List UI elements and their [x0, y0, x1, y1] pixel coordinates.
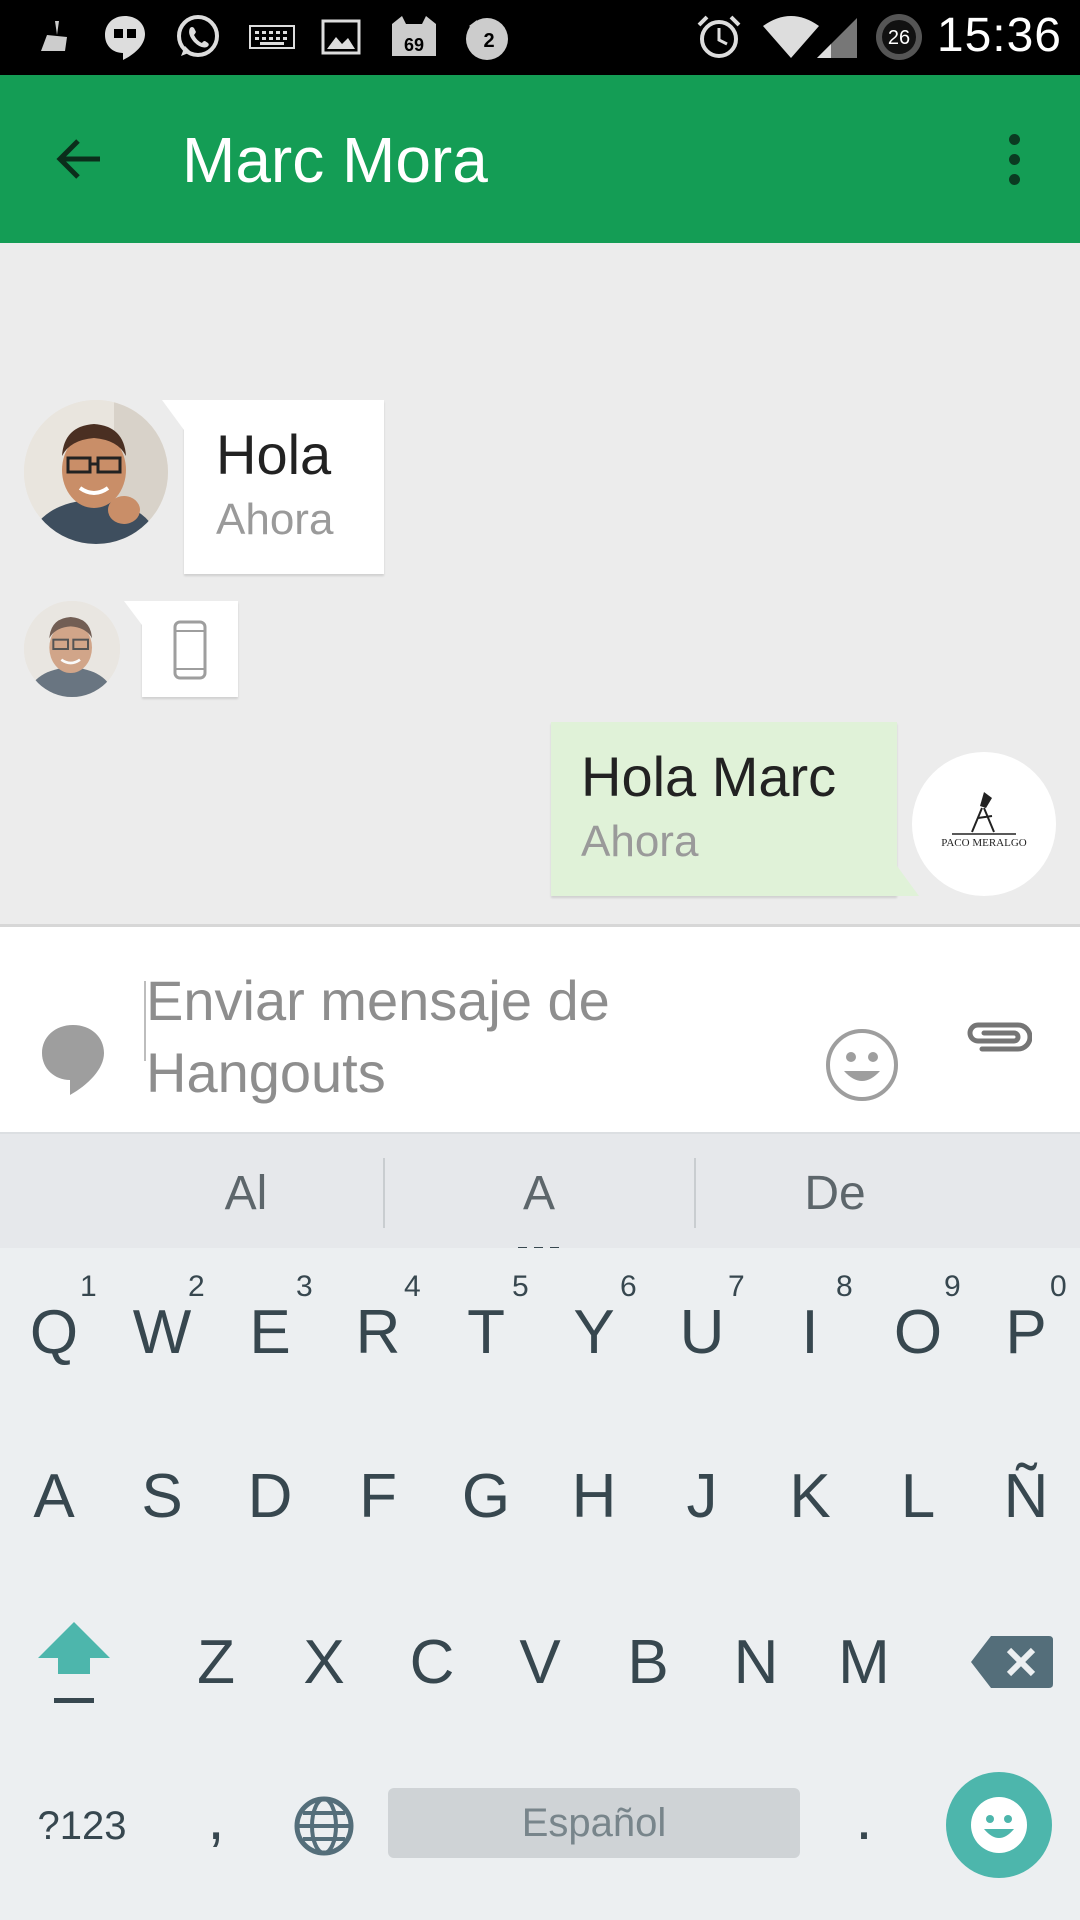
battery-level: 26 [888, 27, 910, 49]
key-d[interactable]: D [220, 1446, 320, 1546]
key-b[interactable]: B [598, 1612, 698, 1712]
conversation-title[interactable]: Marc Mora [182, 123, 488, 197]
message-text: Hola Marc [581, 745, 837, 808]
key-h[interactable]: H [544, 1446, 644, 1546]
phone-device-icon [173, 620, 207, 680]
keyboard: Q W E R T Y U I O P 1 2 3 4 5 6 7 8 9 0 … [0, 1248, 1080, 1920]
key-hint: 0 [1050, 1270, 1067, 1303]
key-hint: 8 [836, 1270, 853, 1303]
key-hint: 2 [188, 1270, 205, 1303]
message-input[interactable]: Enviar mensaje de Hangouts [146, 965, 786, 1109]
key-hint: 3 [296, 1270, 313, 1303]
message-timestamp: Ahora [216, 495, 334, 544]
key-hint: 9 [944, 1270, 961, 1303]
emoji-key[interactable] [946, 1772, 1052, 1878]
mail-icon: 69 [388, 14, 440, 60]
key-hint: 6 [620, 1270, 637, 1303]
battery-icon: 26 [874, 14, 924, 60]
image-icon [318, 14, 364, 60]
shift-icon [38, 1622, 110, 1703]
self-avatar[interactable]: PACO MERALGO [912, 752, 1056, 896]
suggestion-item[interactable]: A [439, 1166, 639, 1221]
key-m[interactable]: M [814, 1612, 914, 1712]
suggestion-strip: Al A De [0, 1132, 1080, 1255]
suggestion-divider [694, 1158, 696, 1228]
bubble-tail [897, 866, 919, 896]
received-message-bubble[interactable]: Hola Ahora [162, 400, 384, 574]
alarm-icon [694, 14, 744, 60]
suggestion-divider [383, 1158, 385, 1228]
attach-button[interactable] [962, 1013, 1033, 1061]
key-l[interactable]: L [868, 1446, 968, 1546]
sent-message-bubble[interactable]: Hola Marc Ahora [551, 722, 919, 896]
space-key[interactable]: Español [388, 1788, 800, 1858]
language-key[interactable] [274, 1776, 374, 1876]
app-bar: Marc Mora [0, 75, 1080, 243]
key-s[interactable]: S [112, 1446, 212, 1546]
attach-icon [967, 1022, 1033, 1052]
key-g[interactable]: G [436, 1446, 536, 1546]
suggestion-item[interactable]: De [735, 1166, 935, 1221]
key-c[interactable]: C [382, 1612, 482, 1712]
chat-count: 2 [483, 30, 494, 52]
globe-icon [294, 1796, 354, 1856]
suggestion-item[interactable]: Al [146, 1166, 346, 1221]
key-f[interactable]: F [328, 1446, 428, 1546]
message-list[interactable]: Hola Ahora Hola Marc Ahora PACO MERALGO [0, 243, 1080, 924]
contact-avatar-small[interactable] [24, 601, 120, 697]
hangouts-notification-icon [100, 14, 150, 60]
self-avatar-logo: PACO MERALGO [941, 792, 1027, 849]
hangouts-bubble-icon[interactable] [40, 1023, 106, 1095]
keyboard-icon [246, 14, 298, 60]
key-x[interactable]: X [274, 1612, 374, 1712]
self-avatar-logo-text: PACO MERALGO [941, 837, 1027, 849]
contact-avatar[interactable] [24, 400, 168, 544]
signal-icon [814, 14, 860, 60]
bubble-tail [162, 400, 184, 430]
back-arrow-icon [56, 139, 100, 179]
backspace-icon [971, 1636, 1053, 1688]
key-hint: 4 [404, 1270, 421, 1303]
key-hint: 5 [512, 1270, 529, 1303]
message-text: Hola [216, 423, 332, 486]
device-indicator-bubble [124, 601, 238, 697]
emoji-fab-icon [971, 1797, 1027, 1853]
key-j[interactable]: J [652, 1446, 752, 1546]
comma-key[interactable]: , [166, 1768, 266, 1868]
key-hint: 1 [80, 1270, 97, 1303]
key-z[interactable]: Z [166, 1612, 266, 1712]
period-key[interactable]: . [814, 1768, 914, 1868]
mail-count: 69 [404, 35, 424, 55]
emoji-icon [826, 1029, 898, 1101]
key-n[interactable]: N [706, 1612, 806, 1712]
status-time: 15:36 [936, 9, 1062, 62]
shift-key[interactable] [24, 1606, 124, 1726]
status-bar: 69 2 26 15:36 [0, 0, 1080, 75]
symbols-key[interactable]: ?123 [22, 1776, 142, 1876]
whatsapp-icon [172, 14, 224, 60]
key-hint: 7 [728, 1270, 745, 1303]
wifi-icon [760, 14, 822, 60]
back-button[interactable] [40, 119, 120, 199]
chat-badge-icon: 2 [460, 14, 512, 60]
key-k[interactable]: K [760, 1446, 860, 1546]
compose-bar: Enviar mensaje de Hangouts [0, 924, 1080, 1135]
cleaner-icon [30, 14, 76, 60]
overflow-menu-icon [1008, 133, 1020, 145]
backspace-key[interactable] [956, 1612, 1066, 1712]
key-n-tilde[interactable]: Ñ [976, 1446, 1076, 1546]
key-v[interactable]: V [490, 1612, 590, 1712]
emoji-button[interactable] [824, 1027, 900, 1103]
overflow-menu-button[interactable] [984, 119, 1044, 199]
message-timestamp: Ahora [581, 817, 699, 866]
key-a[interactable]: A [4, 1446, 104, 1546]
